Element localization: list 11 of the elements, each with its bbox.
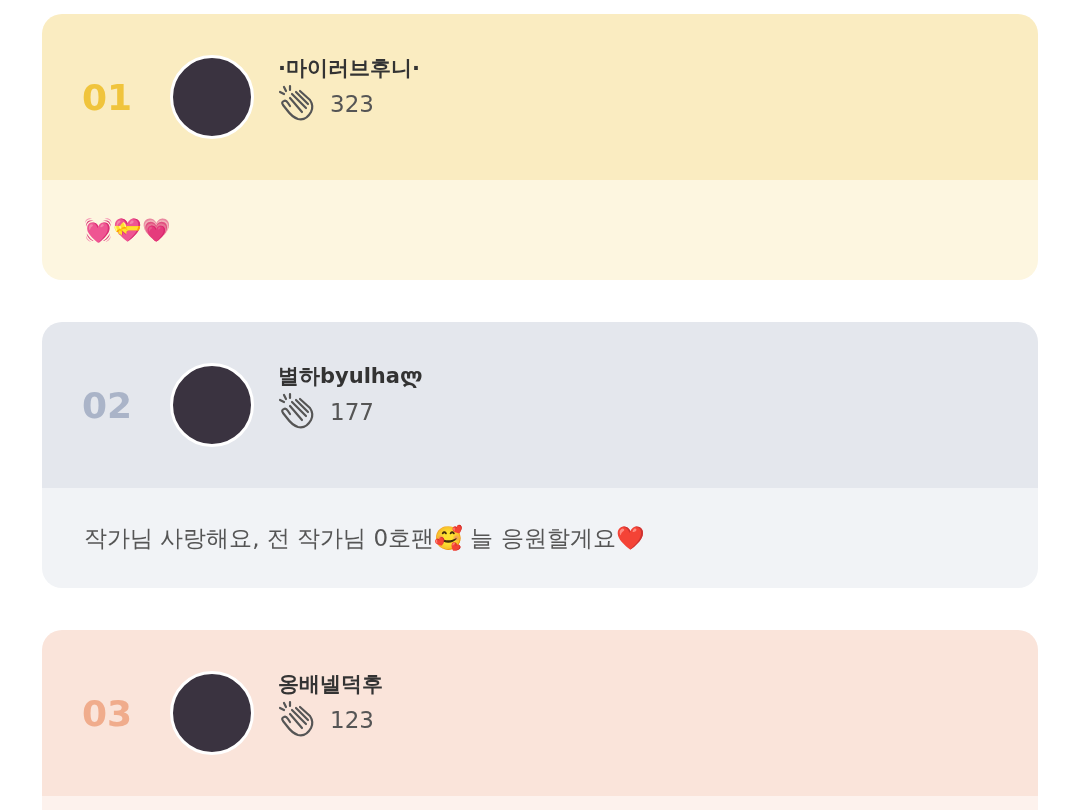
clap-count: 123 — [330, 707, 374, 733]
rank-number: 02 — [81, 384, 134, 426]
message-text: 💓💝💗 — [84, 216, 171, 244]
user-name: 별하byulhaლ — [278, 363, 423, 390]
rank-number: 03 — [81, 692, 134, 734]
rank-number: 01 — [81, 76, 134, 118]
message-text: 작가님 사랑해요, 전 작가님 0호팬🥰 늘 응원할게요❤ — [84, 523, 645, 553]
user-name: 옹배넬덕후 — [278, 671, 383, 698]
clap-count: 177 — [330, 399, 374, 425]
user-name: ·마이러브후니· — [278, 55, 420, 82]
clap-count: 323 — [330, 91, 374, 117]
